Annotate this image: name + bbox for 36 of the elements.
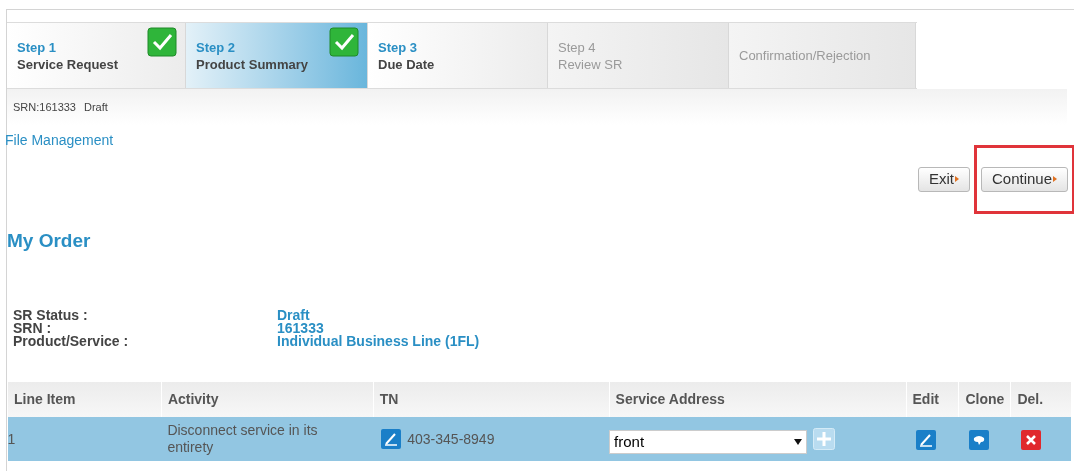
clone-icon[interactable]	[968, 429, 989, 450]
field-label: Product/Service :	[13, 335, 130, 348]
section-heading: My Order	[7, 228, 91, 253]
caret-icon	[1053, 176, 1057, 182]
phone-number: 403-345-8949	[407, 429, 495, 449]
delete-icon[interactable]	[1020, 429, 1041, 450]
srn-label: SRN:161333	[13, 99, 76, 115]
step-number: Step 4	[558, 38, 596, 56]
field-value: 161333	[277, 322, 324, 335]
step-title: Service Request	[17, 55, 119, 73]
edit-icon[interactable]	[916, 429, 936, 450]
action-button[interactable]: Continue	[980, 166, 1068, 192]
step-number: Step 2	[196, 38, 235, 56]
address-dropdown[interactable]: front	[609, 430, 808, 454]
table-cell: Disconnect service in its entirety	[161, 417, 374, 461]
step-number: Step 3	[378, 38, 417, 56]
caret-icon	[954, 176, 959, 182]
field-label: SR Status :	[13, 309, 89, 322]
field-value: Individual Business Line (1FL)	[277, 335, 480, 348]
edit-icon[interactable]	[381, 429, 402, 449]
step-title: Due Date	[378, 55, 435, 73]
status-label: Draft	[84, 99, 108, 115]
table-cell: 1	[7, 417, 162, 461]
step-title: Review SR	[558, 55, 623, 73]
dropdown-value: front	[614, 431, 645, 452]
file-management-link[interactable]: File Management	[5, 130, 114, 151]
field-label: SRN :	[13, 322, 52, 335]
step-number: Step 1	[17, 38, 56, 56]
check-icon	[147, 27, 177, 57]
check-icon	[329, 27, 359, 57]
step-title: Product Summary	[196, 55, 308, 73]
step-title: Confirmation/Rejection	[739, 47, 871, 64]
field-value: Draft	[277, 309, 310, 322]
step-tab[interactable]: Step 2 Product Summary	[186, 23, 368, 88]
action-button[interactable]: Exit	[917, 166, 970, 192]
dropdown-caret-icon	[794, 439, 803, 445]
